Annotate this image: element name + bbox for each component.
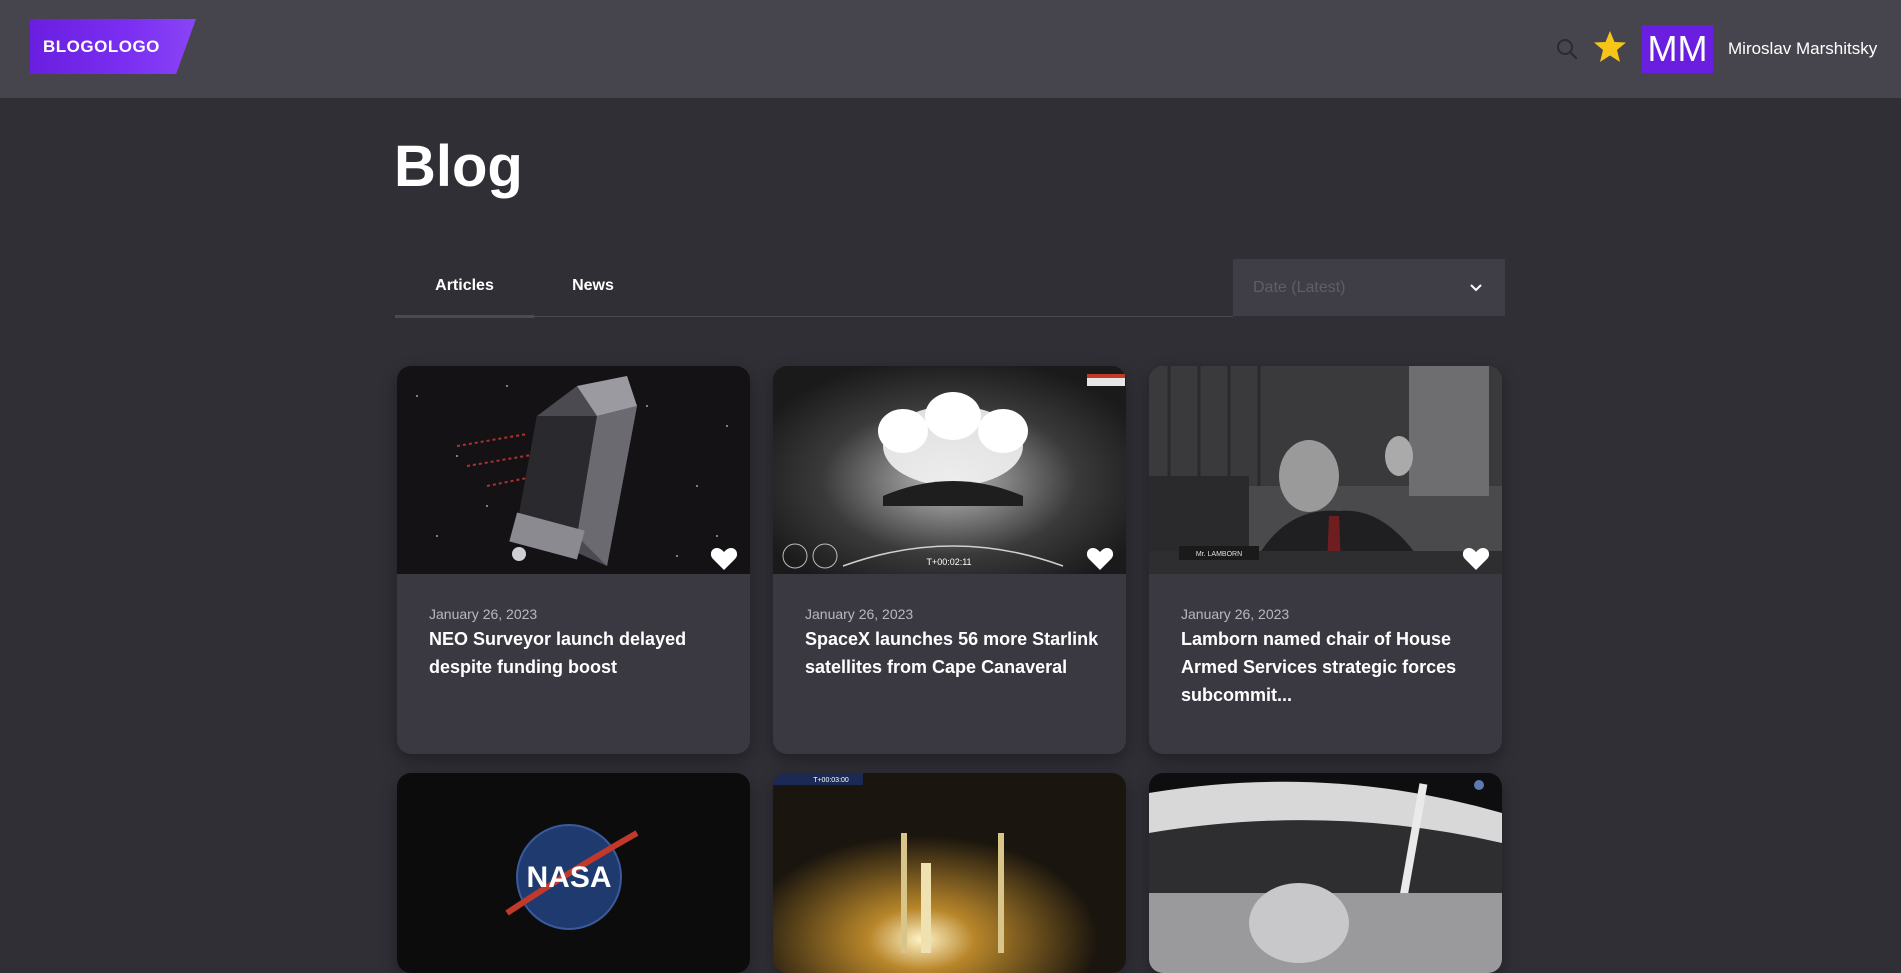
article-card[interactable] [1149, 773, 1502, 973]
article-date: January 26, 2023 [805, 606, 914, 622]
logo-text: BLOGOLOGO [43, 36, 160, 56]
article-image: Mr. LAMBORN [1149, 366, 1502, 574]
user-name[interactable]: Miroslav Marshitsky [1728, 39, 1877, 59]
article-card[interactable]: Mr. LAMBORN January 26, 2023 Lamborn nam… [1149, 366, 1502, 754]
image-overlay-text: T+00:03:00 [813, 777, 849, 784]
heart-icon[interactable] [1086, 546, 1114, 571]
article-title[interactable]: Lamborn named chair of House Armed Servi… [1181, 625, 1476, 709]
article-image: NASA [397, 773, 750, 973]
article-image [1149, 773, 1502, 973]
page-title: Blog [394, 134, 523, 199]
tabs-divider [395, 316, 1233, 317]
image-overlay-text: Mr. LAMBORN [1196, 551, 1242, 558]
article-card[interactable]: January 26, 2023 NEO Surveyor launch del… [397, 366, 750, 754]
article-image [397, 366, 750, 574]
sort-select-value: Date (Latest) [1253, 278, 1346, 296]
article-image: T+00:02:11 [773, 366, 1126, 574]
avatar[interactable]: MM [1642, 25, 1713, 73]
star-icon[interactable] [1592, 30, 1628, 64]
article-card[interactable]: T+00:02:11 January 26, 2023 SpaceX launc… [773, 366, 1126, 754]
search-icon[interactable] [1556, 38, 1578, 60]
article-card[interactable]: NASA [397, 773, 750, 973]
tab-articles-label: Articles [435, 277, 494, 294]
article-title[interactable]: SpaceX launches 56 more Starlink satelli… [805, 625, 1100, 681]
image-overlay-text: T+00:02:11 [926, 557, 971, 567]
article-card[interactable]: T+00:03:00 [773, 773, 1126, 973]
tab-articles[interactable]: Articles [395, 268, 534, 318]
top-header: BLOGOLOGO MM Miroslav Marshitsky [0, 0, 1901, 98]
chevron-down-icon [1470, 284, 1482, 292]
logo[interactable]: BLOGOLOGO [30, 19, 196, 74]
nasa-logo: NASA [526, 861, 611, 894]
tab-news-label: News [572, 277, 614, 294]
tab-news[interactable]: News [534, 268, 652, 316]
article-image: T+00:03:00 [773, 773, 1126, 973]
article-date: January 26, 2023 [429, 606, 538, 622]
avatar-initials: MM [1647, 28, 1708, 69]
heart-icon[interactable] [1462, 546, 1490, 571]
article-title[interactable]: NEO Surveyor launch delayed despite fund… [429, 625, 724, 681]
sort-select[interactable]: Date (Latest) [1233, 259, 1505, 316]
article-date: January 26, 2023 [1181, 606, 1290, 622]
heart-icon[interactable] [710, 546, 738, 571]
